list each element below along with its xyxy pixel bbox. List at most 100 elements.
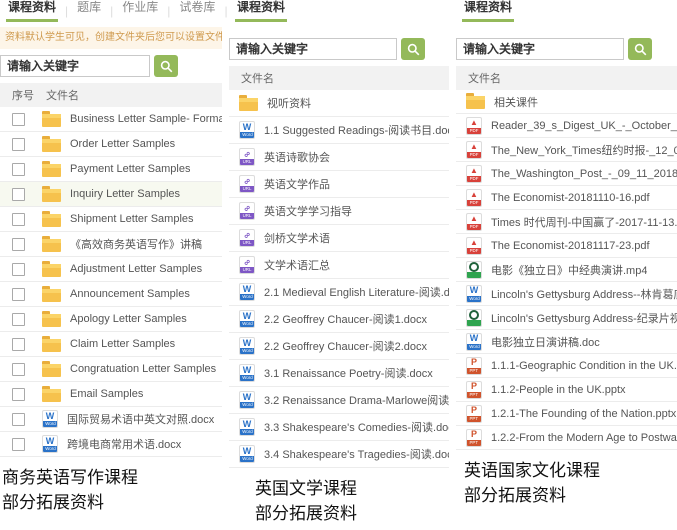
file-name[interactable]: 2.1 Medieval English Literature-阅读.docx xyxy=(264,284,449,300)
file-name[interactable]: 3.2 Renaissance Drama-Marlowe阅读.docx xyxy=(264,392,449,408)
file-name[interactable]: Congratuation Letter Samples xyxy=(70,363,216,375)
row-checkbox[interactable] xyxy=(12,113,25,126)
file-row[interactable]: WWord2.2 Geoffrey Chaucer-阅读1.docx xyxy=(229,306,449,333)
file-name[interactable]: The Economist-20181110-16.pdf xyxy=(491,192,650,204)
file-name[interactable]: 跨境电商常用术语.docx xyxy=(67,436,181,452)
file-name[interactable]: Shipment Letter Samples xyxy=(70,213,194,225)
file-row[interactable]: 《高效商务英语写作》讲稿 xyxy=(0,232,222,257)
file-row[interactable]: WWord3.3 Shakespeare's Comedies-阅读.docx xyxy=(229,414,449,441)
tab-题库[interactable]: 题库 xyxy=(75,0,103,22)
file-row[interactable]: Apology Letter Samples xyxy=(0,307,222,332)
file-name[interactable]: 1.2.1-The Founding of the Nation.pptx xyxy=(491,408,676,420)
file-row[interactable]: Congratuation Letter Samples xyxy=(0,357,222,382)
file-row[interactable]: WWord3.1 Renaissance Poetry-阅读.docx xyxy=(229,360,449,387)
file-name[interactable]: 国际贸易术语中英文对照.docx xyxy=(67,411,214,427)
row-checkbox[interactable] xyxy=(12,263,25,276)
row-checkbox[interactable] xyxy=(12,338,25,351)
file-row[interactable]: Shipment Letter Samples xyxy=(0,207,222,232)
file-row[interactable]: WWordLincoln's Gettysburg Address--林肯葛底斯… xyxy=(456,282,677,306)
file-name[interactable]: 电影独立日演讲稿.doc xyxy=(491,334,600,350)
file-name[interactable]: 2.2 Geoffrey Chaucer-阅读1.docx xyxy=(264,311,427,327)
row-checkbox[interactable] xyxy=(12,238,25,251)
file-row[interactable]: WWord国际贸易术语中英文对照.docx xyxy=(0,407,222,432)
file-row[interactable]: WWord3.2 Renaissance Drama-Marlowe阅读.doc… xyxy=(229,387,449,414)
file-row[interactable]: Business Letter Sample- Format xyxy=(0,107,222,132)
file-row[interactable]: ∞URL英语文学学习指导 xyxy=(229,198,449,225)
tab-试卷库[interactable]: 试卷库 xyxy=(177,0,217,22)
row-checkbox[interactable] xyxy=(12,388,25,401)
file-row[interactable]: ▲PDFReader_39_s_Digest_UK_-_October_2018… xyxy=(456,114,677,138)
tab-课程资料[interactable]: 课程资料 xyxy=(462,0,514,22)
file-name[interactable]: Payment Letter Samples xyxy=(70,163,190,175)
file-name[interactable]: Apology Letter Samples xyxy=(70,313,187,325)
search-input[interactable] xyxy=(456,38,624,60)
row-checkbox[interactable] xyxy=(12,163,25,176)
search-button[interactable] xyxy=(628,38,652,60)
file-name[interactable]: Reader_39_s_Digest_UK_-_October_2018.pdf xyxy=(491,120,677,132)
row-checkbox[interactable] xyxy=(12,313,25,326)
search-input[interactable] xyxy=(0,55,150,77)
file-name[interactable]: Email Samples xyxy=(70,388,143,400)
row-checkbox[interactable] xyxy=(12,363,25,376)
row-checkbox[interactable] xyxy=(12,438,25,451)
file-row[interactable]: ▲PDFThe Economist-20181110-16.pdf xyxy=(456,186,677,210)
file-name[interactable]: 1.1.1-Geographic Condition in the UK.ppt… xyxy=(491,360,677,372)
file-name[interactable]: 1.1.2-People in the UK.pptx xyxy=(491,384,626,396)
file-row[interactable]: ▲PDFThe_Washington_Post_-_09_11_2018.pdf xyxy=(456,162,677,186)
file-name[interactable]: 英语文学学习指导 xyxy=(264,203,352,219)
file-row[interactable]: WWord1.1 Suggested Readings-阅读书目.docx xyxy=(229,117,449,144)
file-name[interactable]: Announcement Samples xyxy=(70,288,190,300)
row-checkbox[interactable] xyxy=(12,138,25,151)
file-name[interactable]: 英语文学作品 xyxy=(264,176,330,192)
file-name[interactable]: The_New_York_Times纽约时报-_12_04_2019.pdf xyxy=(491,142,677,158)
file-name[interactable]: The Economist-20181117-23.pdf xyxy=(491,240,650,252)
file-name[interactable]: 3.4 Shakespeare's Tragedies-阅读.docx xyxy=(264,446,449,462)
file-row[interactable]: 相关课件 xyxy=(456,90,677,114)
file-name[interactable]: Order Letter Samples xyxy=(70,138,175,150)
search-button[interactable] xyxy=(401,38,425,60)
file-name[interactable]: 剑桥文学术语 xyxy=(264,230,330,246)
file-row[interactable]: ▲PDFThe Economist-20181117-23.pdf xyxy=(456,234,677,258)
file-name[interactable]: The_Washington_Post_-_09_11_2018.pdf xyxy=(491,168,677,180)
file-row[interactable]: PPPT1.1.1-Geographic Condition in the UK… xyxy=(456,354,677,378)
file-row[interactable]: WWord3.4 Shakespeare's Tragedies-阅读.docx xyxy=(229,441,449,468)
file-row[interactable]: Payment Letter Samples xyxy=(0,157,222,182)
file-row[interactable]: 视听资料 xyxy=(229,90,449,117)
file-row[interactable]: Claim Letter Samples xyxy=(0,332,222,357)
file-name[interactable]: Adjustment Letter Samples xyxy=(70,263,202,275)
file-row[interactable]: PPPT1.2.1-The Founding of the Nation.ppt… xyxy=(456,402,677,426)
row-checkbox[interactable] xyxy=(12,213,25,226)
row-checkbox[interactable] xyxy=(12,188,25,201)
file-row[interactable]: WWord跨境电商常用术语.docx xyxy=(0,432,222,457)
search-button[interactable] xyxy=(154,55,178,77)
file-name[interactable]: 电影《独立日》中经典演讲.mp4 xyxy=(491,262,647,278)
file-name[interactable]: 英语诗歌协会 xyxy=(264,149,330,165)
file-row[interactable]: Inquiry Letter Samples xyxy=(0,182,222,207)
tab-作业库[interactable]: 作业库 xyxy=(120,0,160,22)
file-row[interactable]: Adjustment Letter Samples xyxy=(0,257,222,282)
file-name[interactable]: 相关课件 xyxy=(494,94,538,110)
file-name[interactable]: Lincoln's Gettysburg Address-纪录片视频-搜狐视频.… xyxy=(491,310,677,326)
file-row[interactable]: Announcement Samples xyxy=(0,282,222,307)
file-row[interactable]: ∞URL剑桥文学术语 xyxy=(229,225,449,252)
file-name[interactable]: 1.1 Suggested Readings-阅读书目.docx xyxy=(264,122,449,138)
file-name[interactable]: 3.3 Shakespeare's Comedies-阅读.docx xyxy=(264,419,449,435)
file-row[interactable]: ∞URL英语诗歌协会 xyxy=(229,144,449,171)
file-row[interactable]: PPPT1.1.2-People in the UK.pptx xyxy=(456,378,677,402)
file-name[interactable]: 1.2.2-From the Modern Age to Postwar Bri… xyxy=(491,432,677,444)
file-row[interactable]: WWord电影独立日演讲稿.doc xyxy=(456,330,677,354)
file-row[interactable]: ▲PDFThe_New_York_Times纽约时报-_12_04_2019.p… xyxy=(456,138,677,162)
file-row[interactable]: Lincoln's Gettysburg Address-纪录片视频-搜狐视频.… xyxy=(456,306,677,330)
file-name[interactable]: 3.1 Renaissance Poetry-阅读.docx xyxy=(264,365,433,381)
file-row[interactable]: Email Samples xyxy=(0,382,222,407)
search-input[interactable] xyxy=(229,38,397,60)
file-row[interactable]: ∞URL文学术语汇总 xyxy=(229,252,449,279)
tab-课程资料[interactable]: 课程资料 xyxy=(6,0,58,22)
file-name[interactable]: Inquiry Letter Samples xyxy=(70,188,180,200)
file-row[interactable]: ▲PDFTimes 时代周刊-中国赢了-2017-11-13.pdf xyxy=(456,210,677,234)
file-name[interactable]: Claim Letter Samples xyxy=(70,338,175,350)
file-name[interactable]: 文学术语汇总 xyxy=(264,257,330,273)
row-checkbox[interactable] xyxy=(12,413,25,426)
tab-课程资料[interactable]: 课程资料 xyxy=(235,0,287,22)
file-row[interactable]: 电影《独立日》中经典演讲.mp4 xyxy=(456,258,677,282)
